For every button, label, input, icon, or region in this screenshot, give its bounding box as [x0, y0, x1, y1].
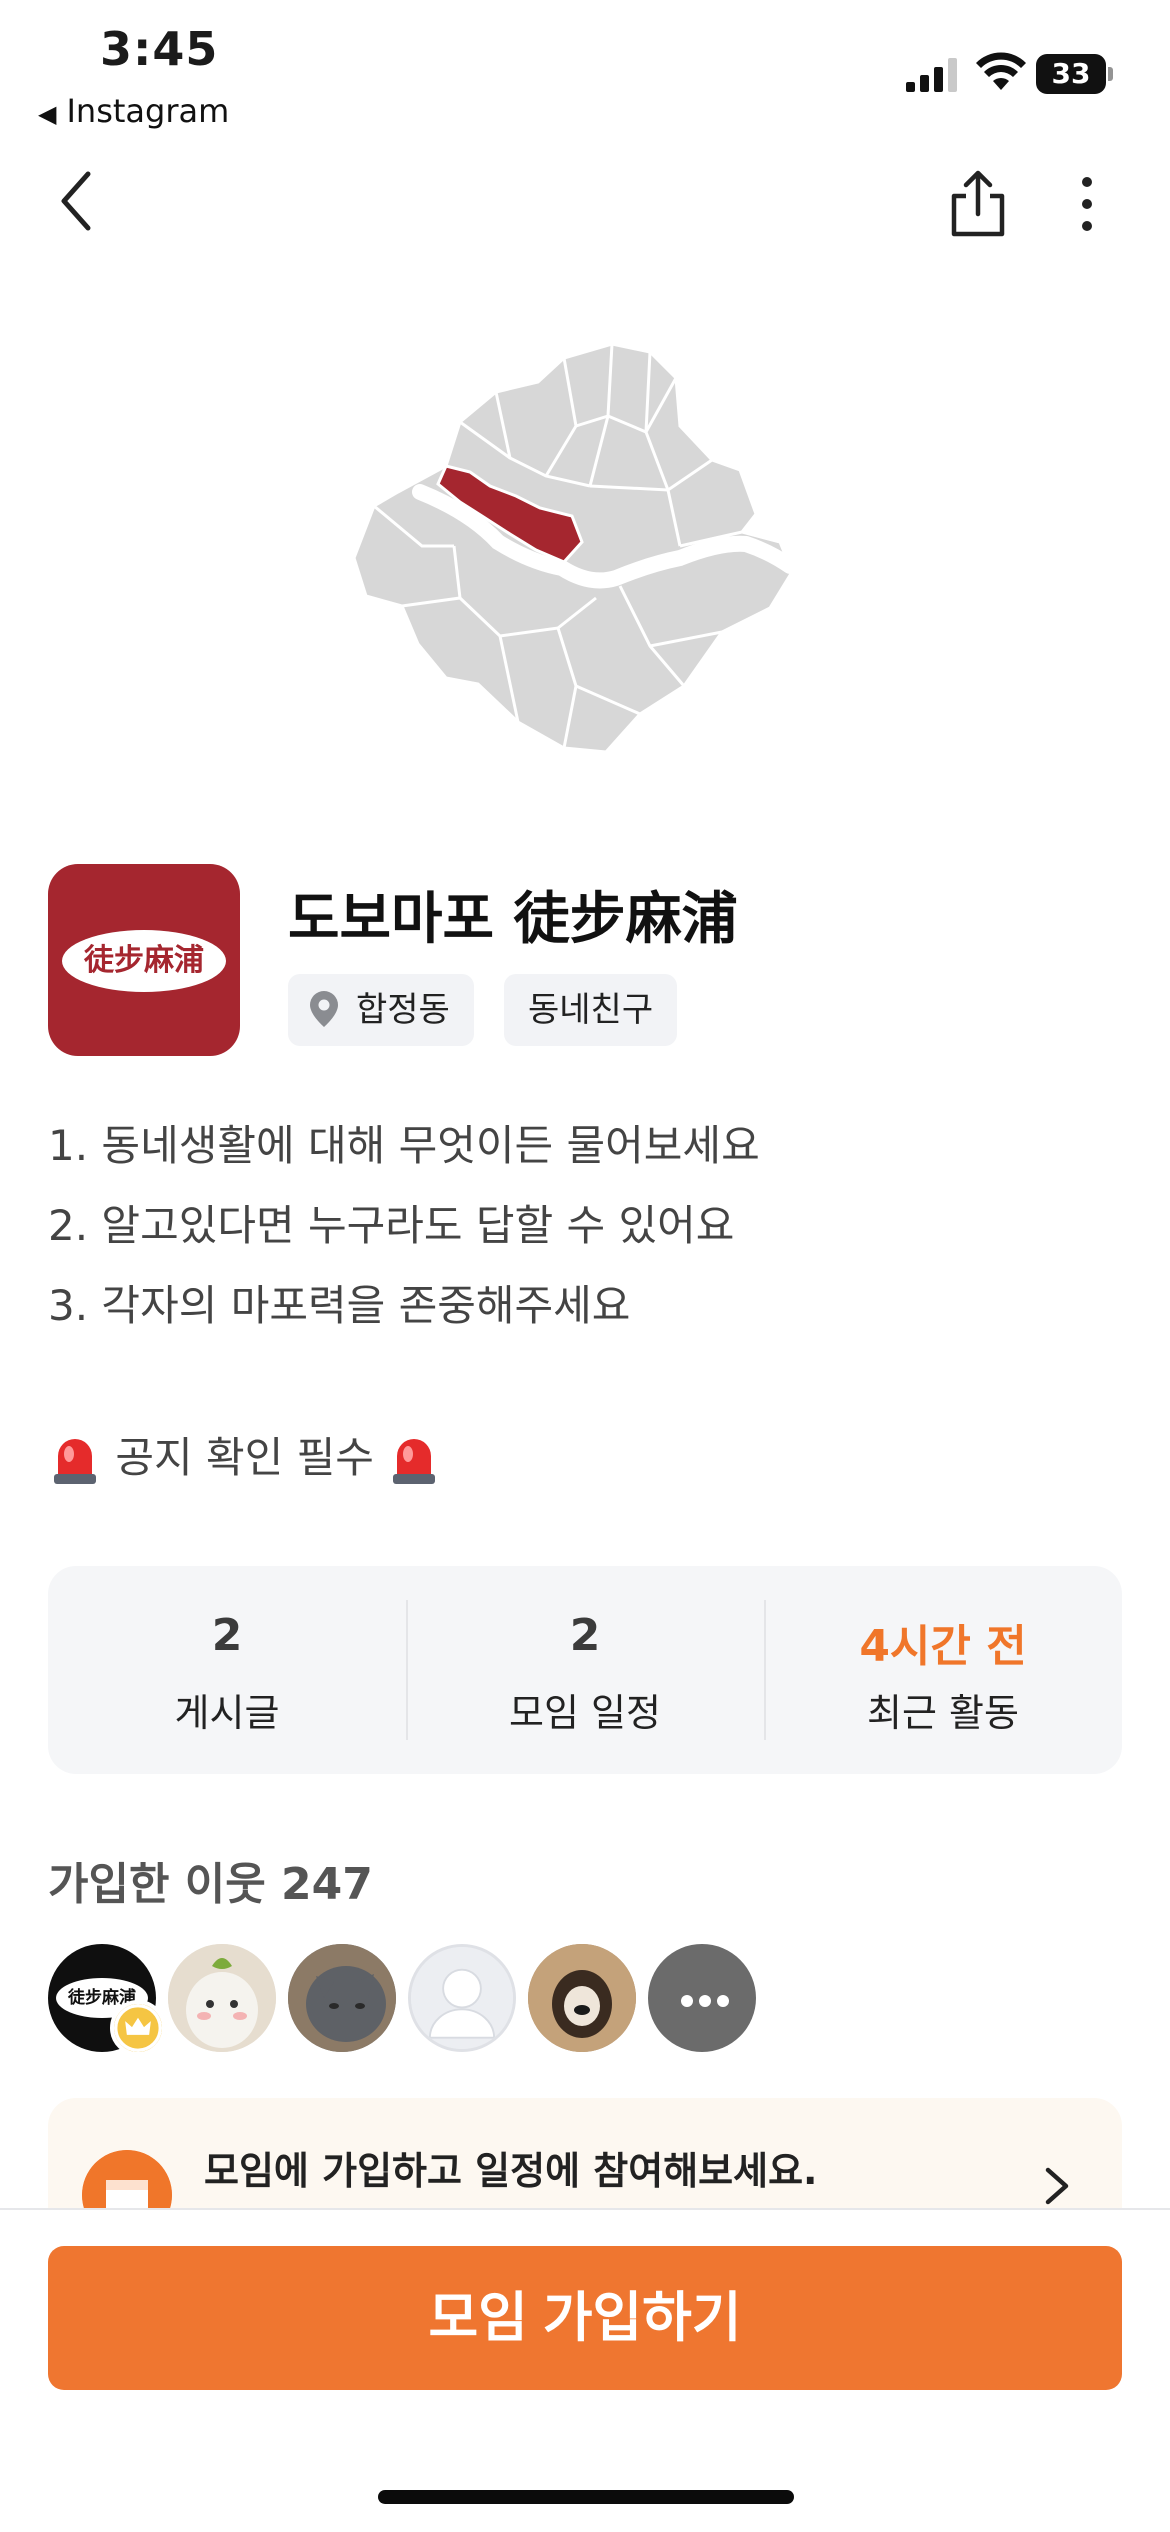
avatar[interactable]	[168, 1944, 276, 2052]
group-stats: 2 게시글 2 모임 일정 4시간 전 최근 활동	[48, 1566, 1122, 1774]
description-line-1: 1. 동네생활에 대해 무엇이든 물어보세요	[48, 1121, 760, 1170]
more-options-button[interactable]	[1064, 174, 1110, 234]
wifi-icon	[976, 52, 1026, 90]
stat-posts[interactable]: 2 게시글	[48, 1566, 406, 1774]
join-schedule-banner[interactable]: 모임에 가입하고 일정에 참여해보세요.	[48, 2098, 1122, 2208]
siren-icon	[393, 1438, 436, 1484]
stat-value: 4시간 전	[859, 1621, 1027, 1672]
back-app-label: Instagram	[66, 92, 230, 130]
status-time: 3:45	[100, 22, 219, 76]
share-button[interactable]	[946, 170, 1010, 238]
bottom-action-bar: 모임 가입하기	[0, 2208, 1170, 2532]
stat-schedules[interactable]: 2 모임 일정	[406, 1566, 764, 1774]
group-logo-text: 徒步麻浦	[62, 930, 226, 992]
group-title: 도보마포 徒步麻浦	[288, 887, 738, 952]
notice-line: 공지 확인 필수	[48, 1424, 441, 1486]
location-pin-icon	[310, 990, 338, 1027]
more-members-button[interactable]	[648, 1944, 756, 2052]
cellular-signal-icon	[906, 58, 957, 92]
stat-value: 2	[569, 1610, 601, 1661]
avatar[interactable]	[528, 1944, 636, 2052]
siren-icon	[54, 1438, 96, 1484]
group-logo: 徒步麻浦	[48, 864, 240, 1056]
description-line-2: 2. 알고있다면 누구라도 답할 수 있어요	[48, 1201, 735, 1250]
district-map	[352, 342, 798, 754]
description-line-3: 3. 각자의 마포력을 존중해주세요	[48, 1281, 631, 1330]
stat-recent-activity: 4시간 전 최근 활동	[764, 1566, 1122, 1774]
back-triangle-icon: ◀	[38, 100, 57, 128]
banner-text: 모임에 가입하고 일정에 참여해보세요.	[204, 2149, 818, 2193]
location-label: 합정동	[356, 990, 450, 1030]
battery-level: 33	[1036, 54, 1106, 94]
home-indicator[interactable]	[378, 2490, 794, 2504]
battery-icon: 33	[1036, 54, 1113, 94]
category-label: 동네친구	[528, 990, 654, 1030]
stat-value: 2	[211, 1610, 243, 1661]
back-to-app-link[interactable]: ◀ Instagram	[38, 92, 229, 130]
back-button[interactable]	[52, 166, 102, 236]
notice-text: 공지 확인 필수	[115, 1433, 374, 1482]
stat-label: 모임 일정	[509, 1691, 661, 1735]
avatar[interactable]	[288, 1944, 396, 2052]
category-chip[interactable]: 동네친구	[504, 974, 678, 1046]
status-bar: 3:45 ◀ Instagram 33	[0, 0, 1170, 140]
stat-label: 최근 활동	[867, 1691, 1019, 1735]
join-group-button[interactable]: 모임 가입하기	[48, 2246, 1122, 2390]
calendar-icon	[82, 2150, 172, 2208]
location-chip[interactable]: 합정동	[288, 974, 474, 1046]
members-title: 가입한 이웃 247	[48, 1859, 373, 1910]
more-dots-icon	[678, 1992, 732, 2011]
crown-icon	[110, 2000, 166, 2056]
chevron-right-icon	[1045, 2167, 1069, 2205]
stat-label: 게시글	[174, 1691, 280, 1735]
avatar[interactable]	[408, 1944, 516, 2052]
